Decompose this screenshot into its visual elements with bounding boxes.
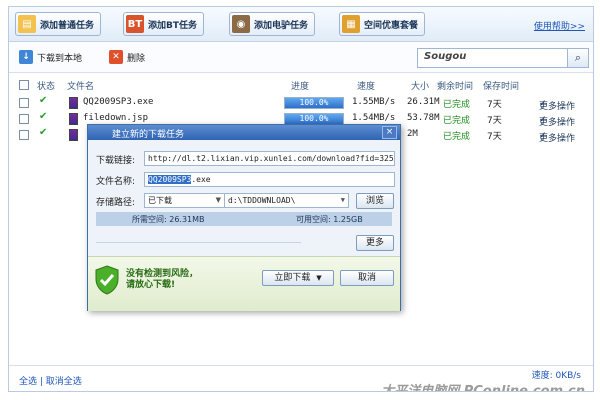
search-button[interactable]: ⌕	[567, 48, 589, 68]
add-normal-task-label: 添加普通任务	[40, 20, 95, 31]
download-now-button[interactable]: 立即下载 ▼	[262, 270, 334, 286]
status-done: 已完成	[443, 116, 471, 126]
cancel-button[interactable]: 取消	[340, 270, 394, 286]
keep-value: 7天	[487, 100, 502, 110]
safety-line-2: 请放心下载!	[126, 280, 176, 290]
close-icon: ×	[385, 127, 394, 137]
close-button[interactable]: ×	[382, 126, 397, 139]
progress-text: 100.0%	[299, 98, 329, 107]
add-emule-task-label: 添加电驴任务	[254, 20, 309, 31]
speed-value: 1.54MB/s	[352, 113, 396, 123]
add-bt-task-button[interactable]: BT 添加BT任务	[123, 12, 204, 36]
top-toolbar: ▤ 添加普通任务 BT 添加BT任务 ◉ 添加电驴任务 ▦ 空间优惠套餐 使用帮…	[9, 7, 593, 42]
file-icon	[69, 113, 78, 125]
size-value: 26.31M	[407, 97, 440, 107]
space-info: 所需空间: 26.31MB 可用空间: 1.25GB	[96, 212, 392, 226]
dialog-titlebar: 建立新的下载任务 ×	[88, 125, 400, 140]
size-value: 53.78M	[407, 113, 440, 123]
filename-selected: QQ2009SP3	[148, 175, 192, 184]
shield-check-icon	[95, 265, 119, 295]
progress-text: 100.0%	[299, 114, 329, 123]
watermark: 太平洋电脑网 PConline.com.cn	[381, 384, 585, 392]
header-status: 状态	[37, 82, 56, 92]
size-value: 2M	[407, 129, 418, 139]
dialog-title: 建立新的下载任务	[112, 130, 185, 140]
divider	[96, 242, 301, 243]
delete-label: 删除	[127, 53, 146, 64]
row-checkbox[interactable]	[19, 130, 29, 140]
folder-value: 已下载	[148, 196, 172, 205]
dialog-footer: 没有检测到风险， 请放心下载! 立即下载 ▼ 取消	[88, 256, 400, 311]
header-progress: 进度	[291, 82, 310, 92]
header-size: 大小	[411, 82, 430, 92]
path-select[interactable]: d:\TDDOWNLOAD\ ▼	[224, 193, 349, 208]
bt-icon: BT	[126, 15, 144, 33]
file-icon	[69, 129, 78, 141]
document-add-icon: ▤	[18, 15, 36, 33]
folder-select[interactable]: 已下载 ▼	[144, 193, 225, 208]
row-checkbox[interactable]	[19, 98, 29, 108]
add-emule-task-button[interactable]: ◉ 添加电驴任务	[229, 12, 316, 36]
space-package-label: 空间优惠套餐	[364, 20, 419, 31]
check-icon: ✔	[39, 127, 48, 138]
table-header: 状态 文件名 进度 速度 大小 剩余时间 保存时间	[9, 77, 593, 92]
package-icon: ▦	[342, 15, 360, 33]
keep-value: 7天	[487, 116, 502, 126]
download-icon: ↓	[19, 50, 33, 64]
browse-button[interactable]: 浏览	[356, 193, 394, 209]
chevron-down-icon: ▼	[340, 196, 345, 204]
action-toolbar: ↓ 下载到本地 ✕ 删除 Sougou ⌕	[9, 42, 593, 73]
status-done: 已完成	[443, 132, 471, 142]
speed-value: 1.55MB/s	[352, 97, 396, 107]
path-label: 存储路径:	[96, 198, 136, 208]
check-icon: ✔	[39, 95, 48, 106]
header-remaining: 剩余时间	[437, 82, 474, 92]
safety-line-1: 没有检测到风险，	[126, 269, 199, 279]
header-speed: 速度	[357, 82, 376, 92]
keep-value: 7天	[487, 132, 502, 142]
more-button[interactable]: 更多	[356, 235, 394, 251]
new-task-dialog: 建立新的下载任务 × 下载链接: http://dl.t2.lixian.vip…	[87, 124, 401, 311]
select-all-checkbox[interactable]	[19, 80, 29, 90]
add-normal-task-button[interactable]: ▤ 添加普通任务	[15, 12, 102, 36]
delete-icon: ✕	[109, 50, 123, 64]
search-box[interactable]: Sougou ⌕	[417, 48, 589, 68]
file-icon	[69, 97, 78, 109]
header-filename: 文件名	[67, 82, 95, 92]
search-icon: ⌕	[574, 51, 582, 64]
download-now-label: 立即下载	[274, 273, 311, 283]
delete-button[interactable]: ✕ 删除	[109, 50, 145, 64]
download-local-button[interactable]: ↓ 下载到本地	[19, 50, 82, 64]
safety-message: 没有检测到风险， 请放心下载!	[126, 269, 198, 291]
name-label: 文件名称:	[96, 177, 136, 187]
header-keep: 保存时间	[483, 82, 520, 92]
help-link[interactable]: 使用帮助>>	[534, 19, 585, 32]
status-bar: 全选 | 取消全选 速度: 0KB/s 太平洋电脑网 PConline.com.…	[9, 365, 593, 392]
table-row[interactable]: ✔ QQ2009SP3.exe 100.0% 1.55MB/s 26.31M 已…	[9, 95, 593, 112]
link-value: http://dl.t2.lixian.vip.xunlei.com/downl…	[148, 154, 395, 163]
link-label: 下载链接:	[96, 156, 136, 166]
row-checkbox[interactable]	[19, 114, 29, 124]
file-name[interactable]: filedown.jsp	[83, 113, 148, 123]
status-done: 已完成	[443, 100, 471, 110]
file-name[interactable]: QQ2009SP3.exe	[83, 97, 153, 107]
more-actions-label: 更多操作	[539, 134, 576, 144]
required-space: 所需空间: 26.31MB	[132, 215, 205, 224]
chevron-down-icon: ▼	[316, 274, 322, 282]
select-all-link[interactable]: 全选 | 取消全选	[19, 374, 82, 387]
check-icon: ✔	[39, 111, 48, 122]
link-input[interactable]: http://dl.t2.lixian.vip.xunlei.com/downl…	[144, 151, 395, 166]
space-package-button[interactable]: ▦ 空间优惠套餐	[339, 12, 426, 36]
filename-ext: .exe	[191, 175, 211, 184]
sogou-logo: Sougou	[424, 51, 467, 62]
add-bt-task-label: 添加BT任务	[148, 20, 197, 31]
progress-bar: 100.0%	[284, 97, 344, 109]
path-value: d:\TDDOWNLOAD\	[228, 196, 296, 205]
chevron-down-icon: ▼	[215, 196, 221, 204]
filename-input[interactable]: QQ2009SP3.exe	[144, 172, 395, 187]
emule-icon: ◉	[232, 15, 250, 33]
download-local-label: 下载到本地	[37, 53, 83, 64]
available-space: 可用空间: 1.25GB	[296, 215, 363, 224]
